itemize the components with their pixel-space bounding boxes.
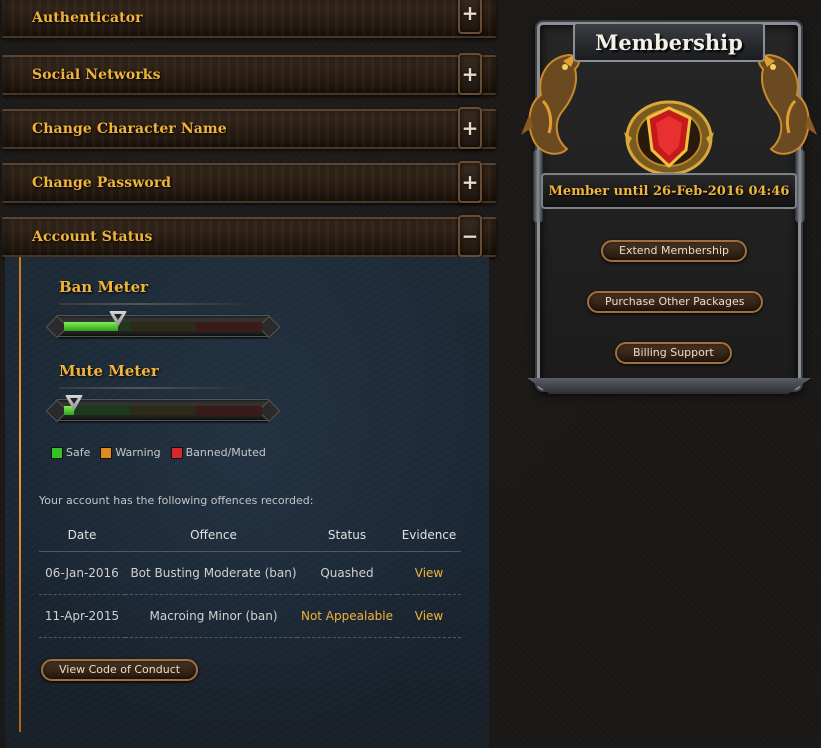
accordion-label: Authenticator [32,10,143,26]
warning-swatch-icon [100,446,113,459]
legend-item-banned: Banned/Muted [170,446,266,459]
column-header: Status [327,527,367,542]
view-evidence-link[interactable]: View [415,566,443,580]
expand-plus-icon[interactable]: + [458,53,482,95]
offence-status: Not Appealable [300,608,394,623]
meter-legend: Safe Warning Banned/Muted [51,446,266,459]
frame-bottom-ornament [527,378,811,394]
offence-date: 11-Apr-2015 [44,608,120,623]
offences-intro-text: Your account has the following offences … [39,494,314,507]
offence-name: Bot Busting Moderate (ban) [130,565,297,580]
accordion-social-networks[interactable]: Social Networks + [2,53,496,95]
dragon-left-icon [521,53,580,155]
mute-meter-title: Mute Meter [59,362,159,380]
accordion-label: Social Networks [32,67,161,83]
dragon-right-icon [758,53,817,155]
expand-plus-icon[interactable]: + [458,161,482,203]
account-status-panel: Ban Meter Mute Meter Safe Warning Banned… [5,257,489,748]
shield-crest-icon [624,100,714,176]
legend-item-warning: Warning [100,446,161,459]
membership-expiry-banner: Member until 26-Feb-2016 04:46 [541,173,797,209]
membership-title: Membership [573,22,765,62]
accordion-change-password[interactable]: Change Password + [2,161,496,203]
membership-box: Membership Member until 26-Feb-2016 04:4… [519,0,819,420]
table-header-row: Date Offence Status Evidence [39,527,461,551]
table-row: 06-Jan-2016 Bot Busting Moderate (ban) Q… [39,551,461,594]
purchase-other-packages-button[interactable]: Purchase Other Packages [587,291,763,313]
offence-date: 06-Jan-2016 [45,565,119,580]
column-header: Offence [190,527,237,542]
panel-accent-line [19,257,21,732]
table-row: 11-Apr-2015 Macroing Minor (ban) Not App… [39,594,461,637]
accordion-label: Change Character Name [32,121,227,137]
ban-meter-fill [64,322,118,331]
expand-plus-icon[interactable]: + [458,107,482,149]
banned-swatch-icon [170,446,183,459]
view-code-of-conduct-button[interactable]: View Code of Conduct [41,659,199,681]
divider [59,387,259,389]
ban-meter-title: Ban Meter [59,278,149,296]
expand-plus-icon[interactable]: + [458,0,482,34]
offence-status: Quashed [320,565,374,580]
collapse-minus-icon[interactable]: − [458,215,482,257]
divider [59,303,259,305]
ban-meter [55,311,271,337]
column-header: Date [67,527,97,542]
accordion-change-character-name[interactable]: Change Character Name + [2,107,496,149]
meter-track [64,406,262,415]
column-header: Evidence [401,527,457,542]
accordion-label: Change Password [32,175,172,191]
billing-support-button[interactable]: Billing Support [615,342,732,364]
mute-meter [55,395,271,421]
accordion-authenticator[interactable]: Authenticator + [2,0,496,38]
offence-name: Macroing Minor (ban) [149,608,278,623]
view-evidence-link[interactable]: View [415,609,443,623]
safe-swatch-icon [51,446,63,459]
legend-item-safe: Safe [51,446,90,459]
extend-membership-button[interactable]: Extend Membership [601,240,747,262]
accordion-account-status[interactable]: Account Status − [2,215,496,257]
accordion-label: Account Status [32,229,153,245]
offences-table: Date Offence Status Evidence 06-Jan-2016… [39,527,461,638]
